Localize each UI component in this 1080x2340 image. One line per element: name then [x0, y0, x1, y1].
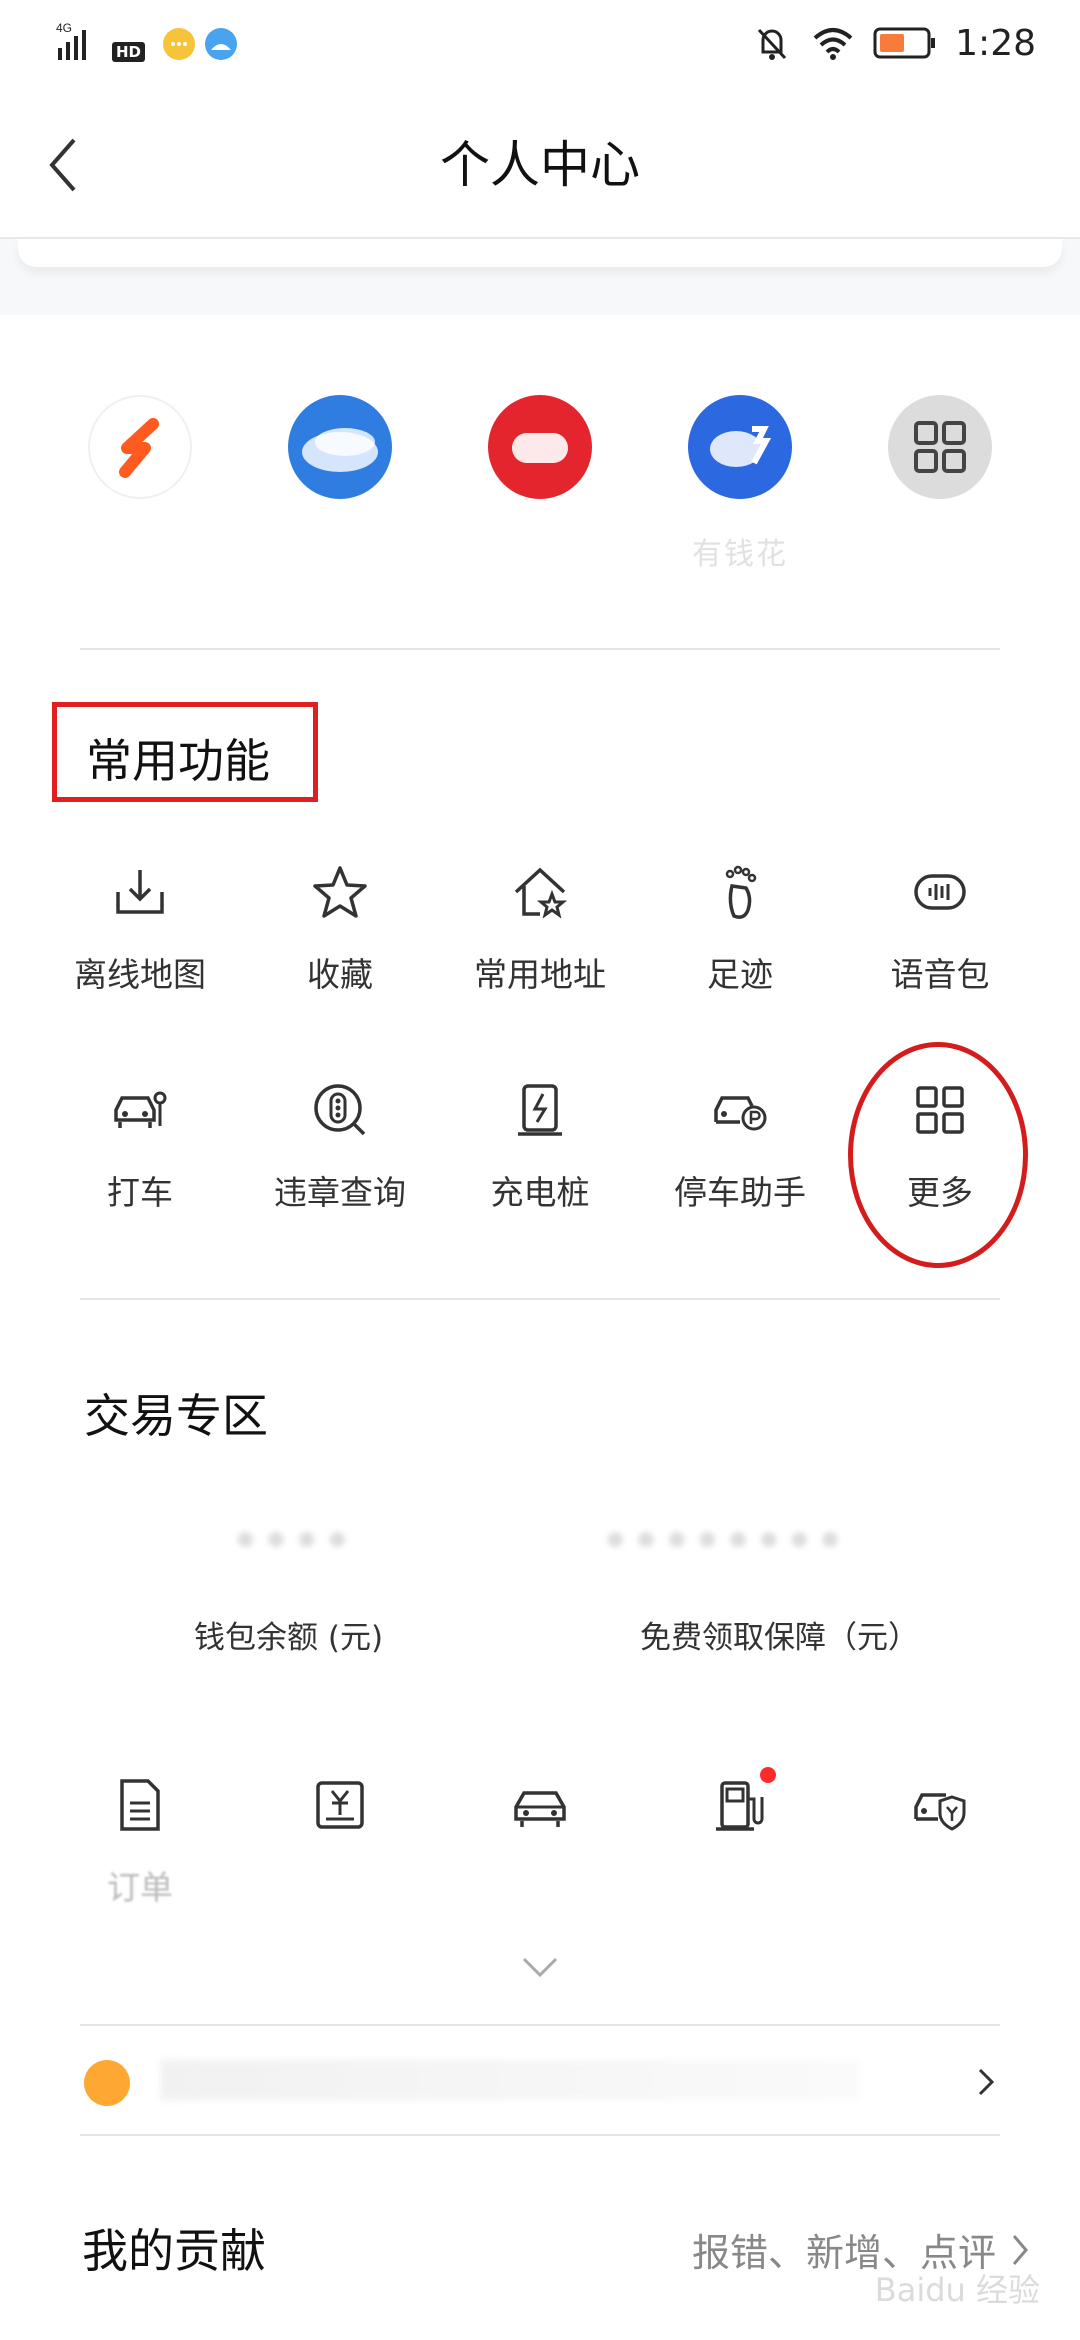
trade-item-4[interactable] — [640, 1767, 840, 1909]
favorites-item[interactable]: 收藏 — [240, 862, 440, 996]
status-bar: 4G HD 1:28 — [0, 0, 1080, 90]
footprint-icon — [725, 865, 757, 919]
chat-bubble-icon — [163, 28, 196, 60]
status-time: 1:28 — [955, 22, 1036, 64]
s-logo-icon — [88, 395, 192, 499]
parking-assistant-item[interactable]: 停车助手 — [640, 1080, 840, 1214]
watermark: Baidu 经验 — [874, 2271, 1040, 2309]
section-divider — [80, 1298, 1000, 1300]
footprint-label: 足迹 — [707, 955, 773, 994]
section-divider — [80, 648, 1000, 650]
promo-icon — [84, 2060, 130, 2106]
wifi-icon — [813, 28, 853, 60]
common-functions-title: 常用功能 — [86, 734, 270, 788]
shortcut-label — [134, 529, 146, 564]
shortcut-label — [934, 529, 946, 564]
shortcut-more[interactable] — [840, 395, 1040, 573]
voice-pack-item[interactable]: 语音包 — [840, 862, 1040, 996]
shortcut-apps: 有钱花 — [40, 395, 1040, 573]
weather-icon — [205, 28, 238, 60]
shortcut-app-3[interactable] — [440, 395, 640, 573]
chevron-right-icon — [978, 2068, 995, 2096]
trade-zone-title: 交易专区 — [84, 1389, 268, 1443]
trade-item-label — [335, 1861, 346, 1900]
common-functions-row-1: 离线地图 收藏 常用地址 足迹 语音包 — [40, 862, 1040, 996]
profile-card-bottom — [18, 239, 1062, 267]
taxi-item[interactable]: 打车 — [40, 1080, 240, 1214]
trade-item-3[interactable] — [440, 1775, 640, 1909]
parking-car-icon — [714, 1096, 767, 1131]
blue-app-icon — [688, 395, 792, 499]
chevron-down-icon — [522, 1957, 558, 1978]
contribution-title: 我的贡献 — [82, 2224, 266, 2278]
status-left: 4G HD — [56, 22, 239, 62]
red-app-icon — [488, 395, 592, 499]
trade-item-label — [735, 1861, 746, 1900]
shortcut-app-1[interactable] — [40, 395, 240, 573]
chevron-right-icon — [1012, 2234, 1028, 2265]
trade-item-label — [535, 1861, 546, 1900]
star-icon — [313, 866, 367, 918]
hd-badge: HD — [112, 42, 146, 62]
charging-pile-label: 充电桩 — [490, 1173, 590, 1212]
shortcut-app-2[interactable] — [240, 395, 440, 573]
download-tray-icon — [116, 870, 164, 914]
guarantee-value: •••••••• — [600, 1512, 846, 1572]
common-address-item[interactable]: 常用地址 — [440, 862, 640, 996]
shortcut-label — [334, 529, 346, 564]
promo-text-blurred — [160, 2060, 860, 2100]
section-divider — [80, 2134, 1000, 2136]
document-icon — [120, 1779, 160, 1831]
home-star-icon — [514, 867, 568, 919]
svg-text:4G: 4G — [56, 22, 72, 35]
yuan-card-icon — [316, 1781, 364, 1829]
status-right: 1:28 — [751, 22, 1036, 64]
page-title: 个人中心 — [440, 136, 640, 194]
section-divider — [80, 2024, 1000, 2026]
orders-label: 订单 — [107, 1868, 173, 1907]
wallet-balance-value: •••• — [230, 1512, 353, 1572]
shortcut-label — [534, 529, 546, 564]
voice-pack-label: 语音包 — [890, 955, 990, 994]
offline-map-item[interactable]: 离线地图 — [40, 862, 240, 996]
highlight-circle — [848, 1042, 1028, 1268]
charging-pile-item[interactable]: 充电桩 — [440, 1080, 640, 1214]
fuel-pump-icon — [716, 1781, 764, 1831]
charging-pile-icon — [518, 1084, 562, 1136]
voice-pack-icon — [914, 874, 966, 910]
common-address-label: 常用地址 — [474, 955, 606, 994]
grid-icon — [888, 395, 992, 499]
traffic-light-icon — [314, 1084, 366, 1136]
parking-assistant-label: 停车助手 — [674, 1173, 806, 1212]
trade-items-row: 订单 — [40, 1767, 1040, 1909]
orders-item[interactable]: 订单 — [40, 1775, 240, 1909]
guarantee-label[interactable]: 免费领取保障（元） — [640, 1612, 919, 1657]
taxi-label: 打车 — [107, 1173, 173, 1212]
offline-map-label: 离线地图 — [74, 955, 206, 994]
wallet-balance-label[interactable]: 钱包余额 (元) — [194, 1612, 383, 1657]
wave-app-icon — [288, 395, 392, 499]
trade-item-label — [935, 1861, 946, 1900]
car-icon — [514, 1791, 566, 1827]
expand-button[interactable] — [520, 1955, 560, 1983]
mute-bell-icon — [758, 28, 787, 60]
battery-icon — [873, 27, 936, 59]
trade-item-2[interactable] — [240, 1775, 440, 1909]
violation-query-item[interactable]: 违章查询 — [240, 1080, 440, 1214]
notification-dot — [760, 1767, 776, 1783]
car-shield-icon — [914, 1793, 966, 1831]
footprint-item[interactable]: 足迹 — [640, 862, 840, 996]
shortcut-app-4[interactable]: 有钱花 — [640, 395, 840, 573]
taxi-icon — [114, 1091, 167, 1128]
banner-arrow — [976, 2066, 996, 2102]
trade-item-5[interactable] — [840, 1775, 1040, 1909]
shortcut-label-youqianhua: 有钱花 — [692, 537, 788, 572]
violation-query-label: 违章查询 — [274, 1173, 406, 1212]
favorites-label: 收藏 — [307, 955, 373, 994]
signal-icon: 4G — [56, 22, 86, 60]
